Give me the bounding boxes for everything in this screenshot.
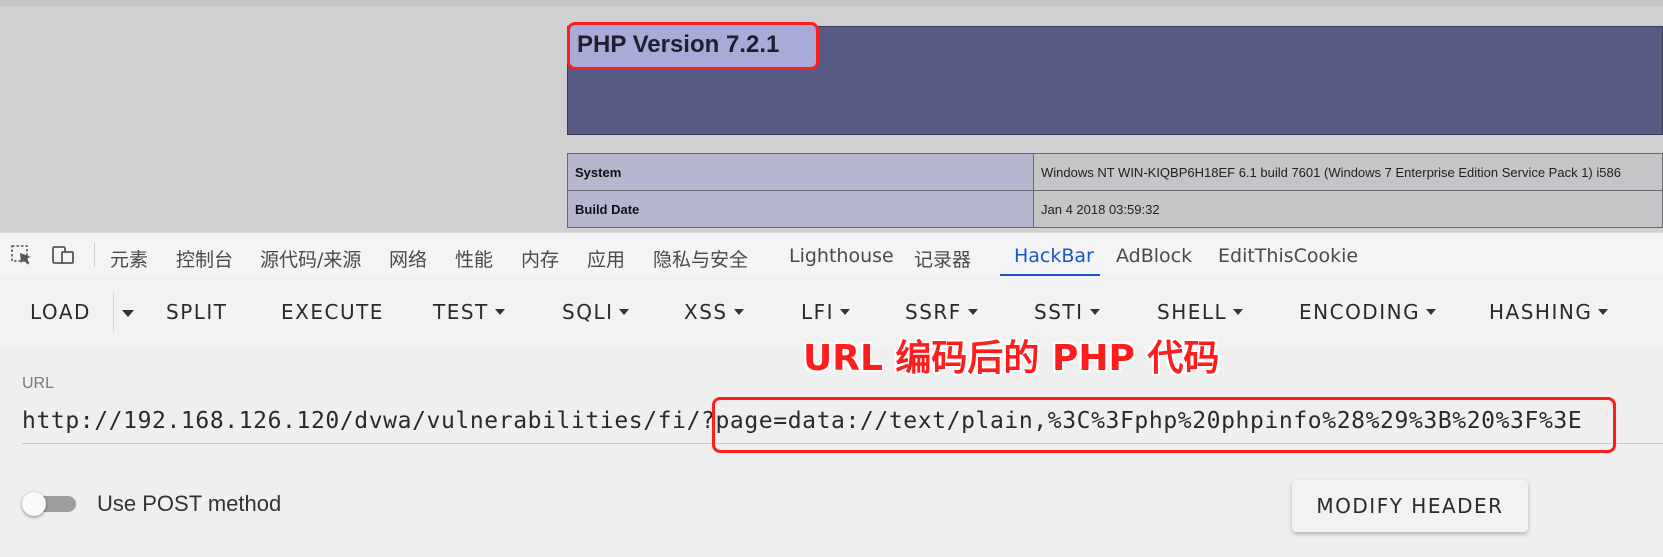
hashing-menu-label: HASHING xyxy=(1489,300,1593,324)
tab-hackbar[interactable]: HackBar xyxy=(1014,245,1094,267)
payload-highlight-box xyxy=(712,397,1616,453)
tab-recorder[interactable]: 记录器 xyxy=(914,245,971,272)
chevron-down-icon xyxy=(1598,309,1609,315)
load-button[interactable]: LOAD xyxy=(30,300,91,324)
chevron-down-icon xyxy=(1233,309,1244,315)
tab-network[interactable]: 网络 xyxy=(389,245,427,272)
load-menu-chevron-down-icon[interactable] xyxy=(122,310,134,317)
xss-menu-button[interactable]: XSS xyxy=(684,300,744,324)
tab-console[interactable]: 控制台 xyxy=(176,245,233,272)
sqli-menu-label: SQLI xyxy=(562,300,614,324)
shell-menu-label: SHELL xyxy=(1157,300,1228,324)
tab-privacy-security[interactable]: 隐私与安全 xyxy=(653,245,748,272)
use-post-method-label: Use POST method xyxy=(97,491,282,516)
table-row: System Windows NT WIN-KIQBP6H18EF 6.1 bu… xyxy=(567,153,1663,191)
chevron-down-icon xyxy=(1089,309,1100,315)
split-button[interactable]: SPLIT xyxy=(166,300,228,324)
chevron-down-icon xyxy=(967,309,978,315)
toolbar-divider xyxy=(94,243,95,267)
ssrf-menu-label: SSRF xyxy=(905,300,962,324)
table-value: Windows NT WIN-KIQBP6H18EF 6.1 build 760… xyxy=(1033,153,1663,191)
encoding-menu-button[interactable]: ENCODING xyxy=(1299,300,1437,324)
ssti-menu-label: SSTI xyxy=(1034,300,1084,324)
tab-adblock[interactable]: AdBlock xyxy=(1116,245,1192,267)
sqli-menu-button[interactable]: SQLI xyxy=(562,300,630,324)
table-row: Build Date Jan 4 2018 03:59:32 xyxy=(567,190,1663,228)
shell-menu-button[interactable]: SHELL xyxy=(1157,300,1244,324)
modify-header-button[interactable]: MODIFY HEADER xyxy=(1292,480,1528,532)
lfi-menu-label: LFI xyxy=(801,300,835,324)
devtools-tab-bar: 元素 控制台 源代码/来源 网络 性能 内存 应用 隐私与安全 Lighthou… xyxy=(0,232,1663,277)
chevron-down-icon xyxy=(1426,309,1437,315)
tab-lighthouse[interactable]: Lighthouse xyxy=(789,245,894,267)
annotation-label: URL 编码后的 PHP 代码 xyxy=(803,338,1220,379)
chevron-down-icon xyxy=(840,309,851,315)
toggle-thumb xyxy=(22,492,46,516)
toolbar-divider xyxy=(113,292,114,332)
ssrf-menu-button[interactable]: SSRF xyxy=(905,300,978,324)
chevron-down-icon xyxy=(619,309,630,315)
encoding-menu-label: ENCODING xyxy=(1299,300,1421,324)
inspect-element-icon[interactable] xyxy=(11,245,33,265)
tab-performance[interactable]: 性能 xyxy=(455,245,493,272)
php-version-title: PHP Version 7.2.1 xyxy=(577,31,780,58)
table-key: System xyxy=(567,153,1034,191)
url-label: URL xyxy=(22,375,55,392)
test-menu-button[interactable]: TEST xyxy=(433,300,505,324)
tab-elements[interactable]: 元素 xyxy=(110,245,148,272)
tab-application[interactable]: 应用 xyxy=(587,245,625,272)
tab-memory[interactable]: 内存 xyxy=(521,245,559,272)
execute-button[interactable]: EXECUTE xyxy=(281,300,384,324)
lfi-menu-button[interactable]: LFI xyxy=(801,300,851,324)
test-menu-label: TEST xyxy=(433,300,489,324)
phpinfo-page: PHP Version 7.2.1 System Windows NT WIN-… xyxy=(0,0,1663,232)
phpinfo-table: System Windows NT WIN-KIQBP6H18EF 6.1 bu… xyxy=(567,153,1663,228)
chevron-down-icon xyxy=(733,309,744,315)
hashing-menu-button[interactable]: HASHING xyxy=(1489,300,1609,324)
table-value: Jan 4 2018 03:59:32 xyxy=(1033,190,1663,228)
use-post-method-toggle[interactable] xyxy=(22,492,78,516)
table-key: Build Date xyxy=(567,190,1034,228)
php-version-highlight: PHP Version 7.2.1 xyxy=(567,22,819,70)
xss-menu-label: XSS xyxy=(684,300,728,324)
ssti-menu-button[interactable]: SSTI xyxy=(1034,300,1100,324)
tab-editthiscookie[interactable]: EditThisCookie xyxy=(1218,245,1358,267)
page-top-strip xyxy=(0,0,1663,6)
chevron-down-icon xyxy=(494,309,505,315)
tab-sources[interactable]: 源代码/来源 xyxy=(260,245,361,272)
device-toolbar-icon[interactable] xyxy=(52,245,74,265)
